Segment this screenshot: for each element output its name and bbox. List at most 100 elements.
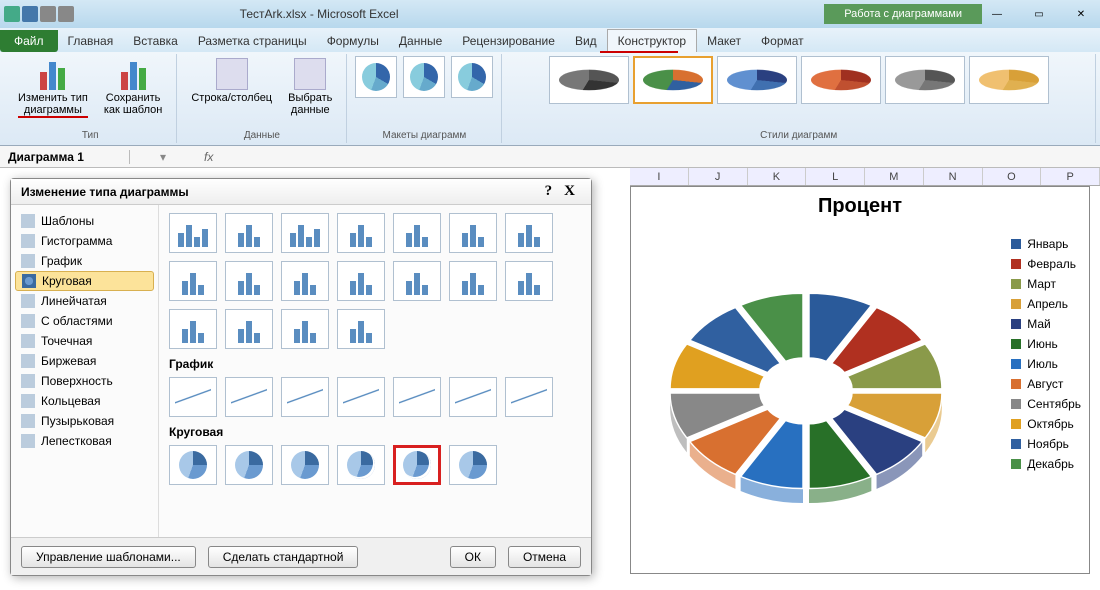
legend-item[interactable]: Октябрь (1011, 417, 1081, 431)
legend-item[interactable]: Март (1011, 277, 1081, 291)
save-icon[interactable] (22, 6, 38, 22)
chart-layout-thumb[interactable] (403, 56, 445, 98)
chart-thumb-line[interactable] (225, 377, 273, 417)
col-header[interactable]: N (924, 168, 983, 185)
chart-thumb-pyramid[interactable] (281, 309, 329, 349)
tab-formulas[interactable]: Формулы (317, 30, 389, 52)
chart-thumb-line[interactable] (449, 377, 497, 417)
cancel-button[interactable]: Отмена (508, 546, 581, 568)
col-header[interactable]: I (630, 168, 689, 185)
col-header[interactable]: P (1041, 168, 1100, 185)
chart-thumb-cylinder[interactable] (169, 261, 217, 301)
set-default-button[interactable]: Сделать стандартной (208, 546, 359, 568)
col-header[interactable]: J (689, 168, 748, 185)
chart-style-thumb[interactable] (549, 56, 629, 104)
chart-category-точечная[interactable]: Точечная (11, 331, 158, 351)
legend-item[interactable]: Апрель (1011, 297, 1081, 311)
chart-thumb-pyramid[interactable] (169, 309, 217, 349)
chart-thumb-cylinder[interactable] (225, 261, 273, 301)
chart-thumb-column[interactable] (225, 213, 273, 253)
minimize-icon[interactable]: — (982, 6, 1012, 22)
chart-category-лепестковая[interactable]: Лепестковая (11, 431, 158, 451)
tab-format[interactable]: Формат (751, 30, 814, 52)
chart-category-круговая[interactable]: Круговая (15, 271, 154, 291)
tab-data[interactable]: Данные (389, 30, 452, 52)
chart-thumb-column3d[interactable] (393, 213, 441, 253)
maximize-icon[interactable]: ▭ (1024, 6, 1054, 22)
chart-style-thumb[interactable] (969, 56, 1049, 104)
chart-thumb-line[interactable] (393, 377, 441, 417)
chart-thumb-line3d[interactable] (505, 377, 553, 417)
legend-item[interactable]: Декабрь (1011, 457, 1081, 471)
chart-thumb-exploded-pie3d-selected[interactable] (393, 445, 441, 485)
dialog-close-icon[interactable]: X (558, 183, 581, 200)
chart-style-thumb[interactable] (885, 56, 965, 104)
chart-thumb-column3d[interactable] (337, 213, 385, 253)
chart-thumb-column[interactable] (169, 213, 217, 253)
name-box-dropdown-icon[interactable]: ▾ (130, 150, 196, 164)
legend-item[interactable]: Июнь (1011, 337, 1081, 351)
chart-thumb-pie[interactable] (169, 445, 217, 485)
chart-title[interactable]: Процент (631, 187, 1089, 226)
chart-style-thumb[interactable] (801, 56, 881, 104)
tab-maket[interactable]: Макет (697, 30, 751, 52)
legend-item[interactable]: Август (1011, 377, 1081, 391)
chart-category-пузырьковая[interactable]: Пузырьковая (11, 411, 158, 431)
tab-constructor[interactable]: Конструктор (607, 29, 697, 52)
undo-icon[interactable] (40, 6, 56, 22)
chart-thumb-cylinder[interactable] (337, 261, 385, 301)
select-data-button[interactable]: Выбрать данные (282, 56, 338, 118)
chart-category-с областями[interactable]: С областями (11, 311, 158, 331)
chart-category-биржевая[interactable]: Биржевая (11, 351, 158, 371)
manage-templates-button[interactable]: Управление шаблонами... (21, 546, 196, 568)
legend-item[interactable]: Ноябрь (1011, 437, 1081, 451)
tab-file[interactable]: Файл (0, 30, 58, 52)
redo-icon[interactable] (58, 6, 74, 22)
chart-layout-thumb[interactable] (451, 56, 493, 98)
chart-thumb-line[interactable] (169, 377, 217, 417)
col-header[interactable]: L (806, 168, 865, 185)
chart-legend[interactable]: ЯнварьФевральМартАпрельМайИюньИюльАвгуст… (1011, 237, 1081, 477)
chart-category-линейчатая[interactable]: Линейчатая (11, 291, 158, 311)
chart-thumb-cone[interactable] (505, 261, 553, 301)
chart-thumb-column3d[interactable] (449, 213, 497, 253)
embedded-chart[interactable]: Процент ЯнварьФевральМартАпрельМайИюньИю… (630, 186, 1090, 574)
switch-row-col-button[interactable]: Строка/столбец (185, 56, 278, 118)
col-header[interactable]: M (865, 168, 924, 185)
chart-category-гистограмма[interactable]: Гистограмма (11, 231, 158, 251)
tab-view[interactable]: Вид (565, 30, 607, 52)
dialog-help-icon[interactable]: ? (539, 183, 559, 200)
legend-item[interactable]: Сентябрь (1011, 397, 1081, 411)
legend-item[interactable]: Февраль (1011, 257, 1081, 271)
chart-thumb-cone[interactable] (393, 261, 441, 301)
chart-thumb-exploded-pie[interactable] (337, 445, 385, 485)
chart-category-кольцевая[interactable]: Кольцевая (11, 391, 158, 411)
col-header[interactable]: K (748, 168, 807, 185)
chart-style-thumb[interactable] (717, 56, 797, 104)
chart-category-график[interactable]: График (11, 251, 158, 271)
save-as-template-button[interactable]: Сохранить как шаблон (98, 56, 169, 120)
chart-thumb-bar-of-pie[interactable] (449, 445, 497, 485)
tab-layout[interactable]: Разметка страницы (188, 30, 317, 52)
chart-thumb-pie-of-pie[interactable] (281, 445, 329, 485)
col-header[interactable]: O (983, 168, 1042, 185)
chart-thumb-line[interactable] (337, 377, 385, 417)
change-chart-type-button[interactable]: Изменить тип диаграммы (12, 56, 94, 120)
chart-category-шаблоны[interactable]: Шаблоны (11, 211, 158, 231)
chart-thumb-line[interactable] (281, 377, 329, 417)
tab-insert[interactable]: Вставка (123, 30, 188, 52)
chart-thumb-pyramid[interactable] (337, 309, 385, 349)
tab-review[interactable]: Рецензирование (452, 30, 565, 52)
legend-item[interactable]: Январь (1011, 237, 1081, 251)
name-box[interactable]: Диаграмма 1 (0, 150, 130, 164)
tab-home[interactable]: Главная (58, 30, 124, 52)
ok-button[interactable]: ОК (450, 546, 496, 568)
legend-item[interactable]: Май (1011, 317, 1081, 331)
chart-style-thumb-selected[interactable] (633, 56, 713, 104)
chart-thumb-column3d[interactable] (505, 213, 553, 253)
close-icon[interactable]: ✕ (1066, 6, 1096, 22)
chart-category-поверхность[interactable]: Поверхность (11, 371, 158, 391)
chart-thumb-pyramid[interactable] (225, 309, 273, 349)
chart-layout-thumb[interactable] (355, 56, 397, 98)
chart-thumb-pie3d[interactable] (225, 445, 273, 485)
